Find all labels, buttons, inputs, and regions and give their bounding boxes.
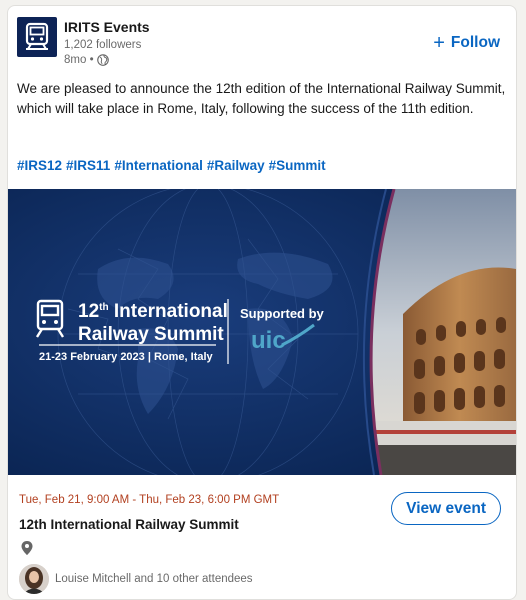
follow-button[interactable]: + Follow: [433, 33, 500, 53]
hashtag-link[interactable]: #IRS11: [66, 158, 110, 173]
banner-title-line1: International: [114, 301, 228, 322]
event-title[interactable]: 12th International Railway Summit: [19, 517, 239, 532]
hashtag-link[interactable]: #Railway: [207, 158, 265, 173]
post-time: 8mo •: [64, 54, 94, 66]
attendee-text: Louise Mitchell and 10 other attendees: [55, 573, 253, 585]
banner-title-line2: Railway Summit: [78, 324, 224, 345]
location-pin-icon: [21, 541, 33, 555]
event-details: Tue, Feb 21, 9:00 AM - Thu, Feb 23, 6:00…: [8, 475, 516, 599]
banner-artwork: 12th International Railway Summit 21-23 …: [8, 189, 516, 475]
globe-icon: [96, 54, 109, 66]
hashtag-link[interactable]: #IRS12: [17, 158, 62, 173]
author-name[interactable]: IRITS Events: [64, 19, 150, 35]
attendee-summary[interactable]: Louise Mitchell and 10 other attendees: [19, 564, 253, 594]
train-icon: [25, 22, 49, 50]
event-banner-image[interactable]: 12th International Railway Summit 21-23 …: [8, 189, 516, 475]
banner-dates: 21-23 February 2023 | Rome, Italy: [39, 351, 214, 363]
hashtag-link[interactable]: #Summit: [269, 158, 326, 173]
banner-supported-by: Supported by: [240, 306, 325, 321]
banner-ordinal-suffix: th: [99, 302, 108, 313]
post-body: We are pleased to announce the 12th edit…: [17, 81, 506, 116]
banner-ordinal-number: 12: [78, 301, 99, 322]
sponsor-logo-text: uic: [251, 327, 286, 354]
hashtag-link[interactable]: #International: [114, 158, 203, 173]
hashtag-list: #IRS12 #IRS11 #International #Railway #S…: [17, 158, 326, 173]
plus-icon: +: [433, 32, 445, 54]
post-meta: 8mo •: [64, 54, 109, 66]
attendee-avatar: [19, 564, 49, 594]
follow-label: Follow: [450, 34, 500, 51]
event-date-range: Tue, Feb 21, 9:00 AM - Thu, Feb 23, 6:00…: [19, 494, 280, 506]
view-event-button[interactable]: View event: [391, 492, 501, 525]
post-header: IRITS Events 1,202 followers 8mo • + Fol…: [8, 6, 516, 76]
person-photo: [19, 564, 49, 594]
company-logo[interactable]: [17, 17, 57, 57]
post-card: IRITS Events 1,202 followers 8mo • + Fol…: [7, 5, 517, 600]
follower-count: 1,202 followers: [64, 39, 142, 51]
